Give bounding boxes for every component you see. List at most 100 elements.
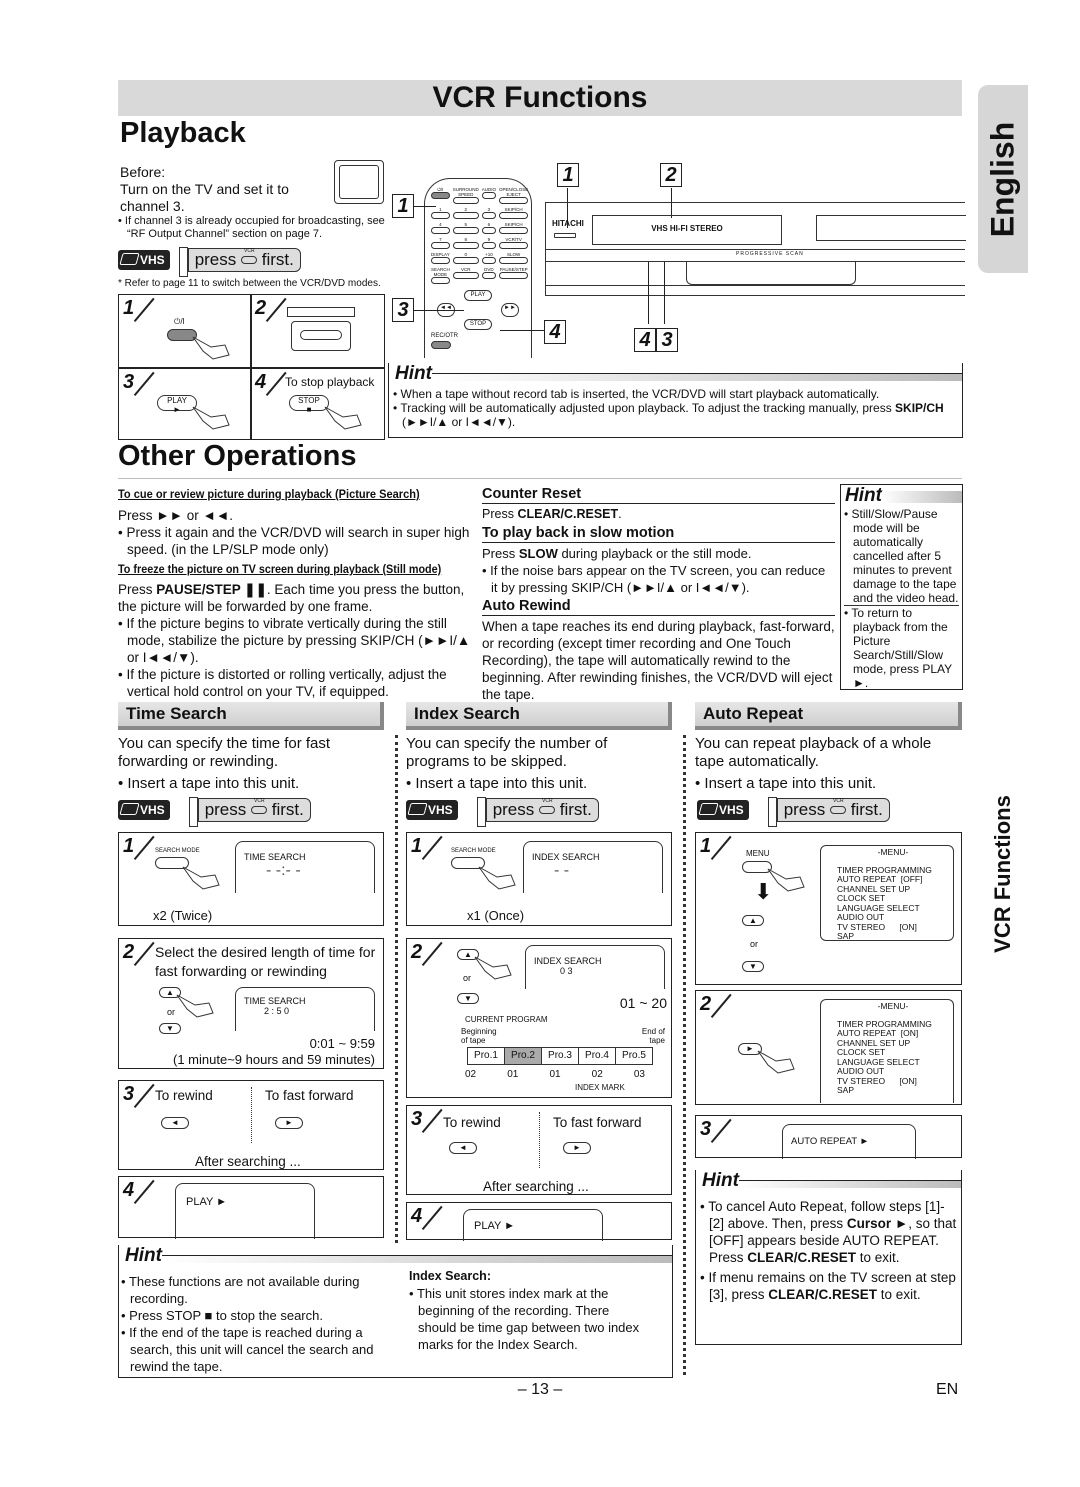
remote-button: PAUSE/STEP xyxy=(499,267,529,284)
index-step-2: 2 ▲ or ▼ INDEX SEARCH 0 3 01 ~ 20 CURRENT… xyxy=(406,938,672,1098)
vhs-mode-row: VHSpress first. xyxy=(118,797,311,827)
menu-item: SAP xyxy=(837,1085,855,1095)
menu-item: AUTO REPEAT [ON] xyxy=(837,1028,919,1038)
remote-button: +10 xyxy=(481,252,497,264)
playback-steps: 1 ⏻/I 2 3 PLAY ► 4 To stop playback STOP ■ xyxy=(118,294,385,440)
remote-button: AUDIO xyxy=(481,187,497,204)
hand-icon xyxy=(192,336,230,360)
vcr-slot: VHS HI-FI STEREO xyxy=(592,215,782,245)
remote-button: SLOW xyxy=(499,252,529,264)
remote-button: 7 xyxy=(431,237,450,249)
menu-item: AUTO REPEAT [OFF] xyxy=(837,874,923,884)
before-text: Before: Turn on the TV and set it to cha… xyxy=(120,164,289,214)
hand-icon xyxy=(182,866,220,890)
auto-repeat-hint: Hint To cancel Auto Repeat, follow steps… xyxy=(695,1170,962,1345)
vcr-key-icon xyxy=(539,806,555,814)
hand-icon xyxy=(192,406,230,430)
time-step-1: 1 SEARCH MODE TIME SEARCH - -:- - x2 (Twi… xyxy=(118,832,384,926)
section-title: Playback xyxy=(120,117,246,149)
vcr-key-icon xyxy=(241,256,257,264)
ff-button: ► xyxy=(275,1117,303,1129)
tv-screen: TIME SEARCH - -:- - xyxy=(235,841,375,893)
time-search-header: Time Search xyxy=(118,702,384,730)
remote-play: PLAY xyxy=(464,290,492,301)
remote-button: 4 xyxy=(431,222,450,234)
hand-icon xyxy=(324,406,362,430)
remote-button: 8 xyxy=(452,237,479,249)
index-mark: 02 xyxy=(591,1069,603,1080)
vhs-badge: VHS xyxy=(118,250,170,270)
other-operations-title: Other Operations xyxy=(118,440,357,472)
remote-button: 2 xyxy=(452,207,479,219)
language-tab: English xyxy=(978,85,1028,273)
program-cell: Pro.3 xyxy=(541,1048,578,1064)
remote-button: SKIP/CH xyxy=(499,222,529,234)
tv-icon xyxy=(334,160,384,204)
language-code: EN xyxy=(936,1381,959,1398)
time-step-3: 3 To rewind To fast forward ◄ ► After se… xyxy=(118,1080,384,1170)
auto-step-2: 2 ► -MENU- TIMER PROGRAMMING AUTO REPEAT … xyxy=(695,990,962,1105)
remote-button: SEARCH MODE xyxy=(431,267,450,284)
rewind-button: ◄ xyxy=(449,1142,477,1154)
remote-button: VCR xyxy=(452,267,479,284)
playback-hint: Hint When a tape without record tab is i… xyxy=(388,363,963,438)
remote-button: 3 xyxy=(481,207,497,219)
picture-search-section: To cue or review picture during playback… xyxy=(118,486,472,700)
menu-item: SAP xyxy=(837,931,855,941)
before-note: If channel 3 is already occupied for bro… xyxy=(118,215,388,241)
program-bar: Pro.1 Pro.2 Pro.3 Pro.4 Pro.5 xyxy=(467,1047,653,1065)
vhs-mode-row: VHSpress first. xyxy=(406,797,599,827)
vcr-key-icon xyxy=(251,806,267,814)
time-step-2: 2 Select the desired length of time for … xyxy=(118,938,384,1069)
other-hint: Hint Still/Slow/Pause mode will be autom… xyxy=(840,484,963,690)
remote-button: 6 xyxy=(481,222,497,234)
page-number: – 13 – xyxy=(517,1381,563,1398)
page-title: VCR Functions xyxy=(432,81,648,114)
auto-step-3: 3 AUTO REPEAT ► xyxy=(695,1115,962,1159)
index-mark: 01 xyxy=(507,1069,519,1080)
header-bar: VCR Functions xyxy=(118,80,962,116)
remote-button: DISPLAY xyxy=(431,252,450,264)
remote-button: 0 xyxy=(452,252,479,264)
mode-note: * Refer to page 11 to switch between the… xyxy=(118,278,381,289)
cassette-icon xyxy=(287,307,355,317)
remote-button: VCR/TV xyxy=(499,237,529,249)
remote-button: SURROUND SPEED xyxy=(452,187,479,204)
index-step-1: 1 SEARCH MODE INDEX SEARCH - - x1 (Once) xyxy=(406,832,672,926)
vcr-functions-tab: VCR Functions xyxy=(978,795,1028,953)
program-cell: Pro.5 xyxy=(615,1048,652,1064)
remote-button: 5 xyxy=(452,222,479,234)
tv-screen: INDEX SEARCH - - xyxy=(523,841,663,893)
unit-power-button xyxy=(554,233,576,238)
callout-4: 4 xyxy=(544,320,566,344)
index-mark: 01 xyxy=(549,1069,561,1080)
auto-repeat-header: Auto Repeat xyxy=(695,702,962,730)
tv-screen: INDEX SEARCH 0 3 xyxy=(525,945,665,989)
remote-stop: STOP xyxy=(464,319,492,330)
remote-button: DVD xyxy=(481,267,497,284)
search-hint: Hint These functions are not available d… xyxy=(118,1245,673,1378)
remote-button: 9 xyxy=(481,237,497,249)
menu-screen: -MENU- TIMER PROGRAMMING AUTO REPEAT [ON]… xyxy=(820,999,954,1103)
program-cell: Pro.4 xyxy=(578,1048,615,1064)
index-marks: 02 01 01 02 03 xyxy=(465,1069,645,1080)
tv-screen: TIME SEARCH 2 : 5 0 xyxy=(235,987,375,1031)
remote-rec xyxy=(431,341,451,349)
index-step-3: 3 To rewind To fast forward ◄ ► After se… xyxy=(406,1105,672,1195)
arrow-down-icon: ⬇ xyxy=(754,879,773,904)
remote-ff: ►► xyxy=(501,303,519,317)
remote-button: OPEN/CLOSE EJECT xyxy=(499,187,529,204)
remote-button: SKIP/CH xyxy=(499,207,529,219)
callout-3: 3 xyxy=(392,298,414,322)
vhs-mode-row: VHSpress first. xyxy=(697,797,890,827)
index-step-4: 4 PLAY ► xyxy=(406,1202,672,1241)
program-cell: Pro.1 xyxy=(468,1048,504,1064)
vhs-mode-row: VHS press first. xyxy=(118,247,301,277)
remote-button: 1 xyxy=(431,207,450,219)
vcr-key-icon xyxy=(830,806,846,814)
hand-icon xyxy=(478,866,516,890)
hand-icon xyxy=(474,956,512,980)
rewind-button: ◄ xyxy=(161,1117,189,1129)
time-step-4: 4 PLAY ► xyxy=(118,1176,384,1239)
index-mark: 02 xyxy=(465,1069,477,1080)
